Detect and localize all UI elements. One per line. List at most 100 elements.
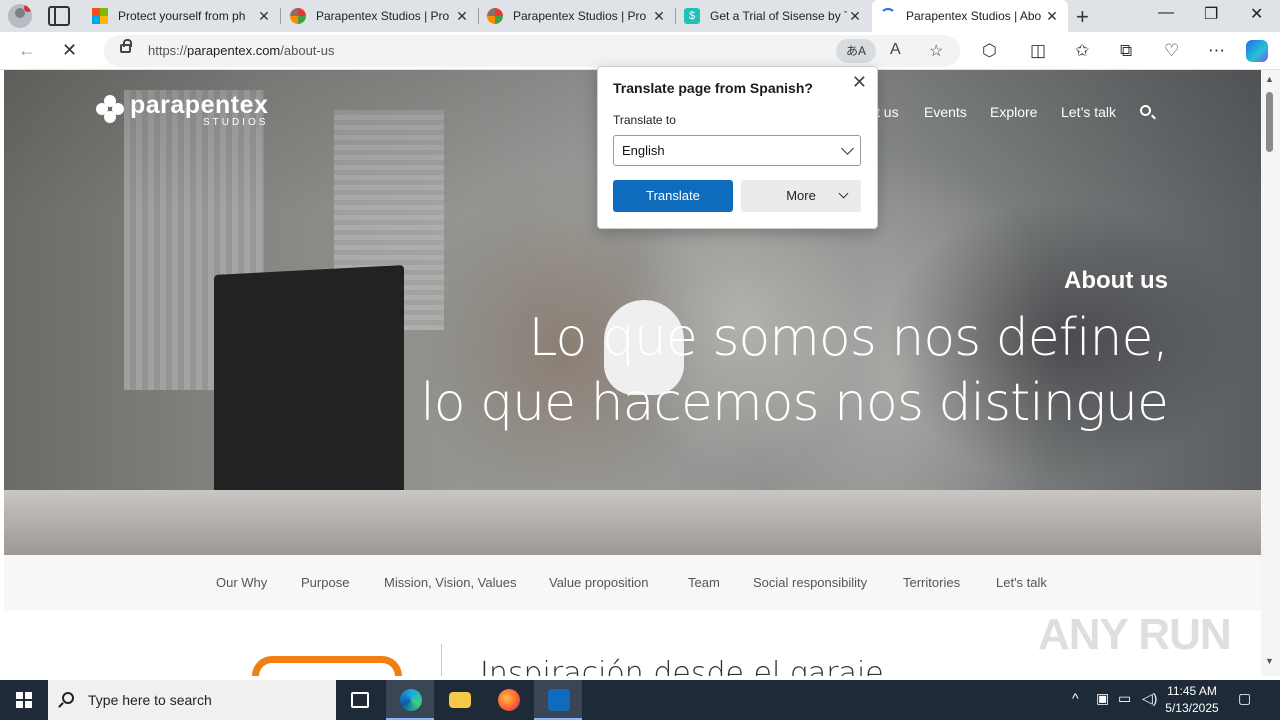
outlook-icon[interactable] xyxy=(534,680,582,720)
restore-icon[interactable]: ❐ xyxy=(1204,4,1218,24)
windows-start-icon[interactable] xyxy=(16,692,32,708)
chevron-down-icon xyxy=(838,188,849,199)
subnav-our-why[interactable]: Our Why xyxy=(216,575,267,590)
section-title: Inspiración desde el garaje xyxy=(480,656,884,676)
browser-essentials-icon[interactable]: ♡ xyxy=(1164,41,1179,61)
profile-avatar[interactable] xyxy=(8,4,32,28)
clock-date: 5/13/2025 xyxy=(1165,701,1219,715)
url-scheme: https:// xyxy=(148,43,188,58)
taskbar-search-placeholder: Type here to search xyxy=(88,692,212,708)
page-scrollbar[interactable]: ▲ ▼ xyxy=(1261,70,1280,676)
section-subnav: Our Why Purpose Mission, Vision, Values … xyxy=(4,555,1261,610)
logo-mark-icon xyxy=(96,95,124,123)
close-tab-icon[interactable]: ✕ xyxy=(454,8,470,25)
split-screen-icon[interactable]: ◫ xyxy=(1030,41,1046,61)
windows-taskbar: Type here to search ^ ▣ ▭ ◁) 11:45 AM 5/… xyxy=(0,680,1280,720)
volume-icon[interactable]: ◁) xyxy=(1142,690,1157,707)
vertical-divider xyxy=(441,644,442,676)
translate-to-label: Translate to xyxy=(613,113,676,127)
tab-4[interactable]: $ Get a Trial of Sisense by T ✕ xyxy=(676,0,871,32)
sisense-icon: $ xyxy=(684,8,700,24)
device-icon[interactable]: ▣ xyxy=(1096,690,1109,707)
subnav-purpose[interactable]: Purpose xyxy=(301,575,349,590)
back-icon[interactable]: ← xyxy=(18,40,36,61)
collections-icon[interactable]: ⧉ xyxy=(1120,41,1132,61)
tab-title: Parapentex Studios | Pro xyxy=(513,9,647,23)
nav-events[interactable]: Events xyxy=(924,104,967,120)
file-explorer-icon[interactable] xyxy=(435,680,483,720)
notifications-icon[interactable]: ▢ xyxy=(1238,690,1251,707)
close-tab-icon[interactable]: ✕ xyxy=(651,8,667,25)
search-icon xyxy=(62,692,74,704)
scroll-thumb[interactable] xyxy=(1266,92,1273,152)
more-menu-icon[interactable]: ⋯ xyxy=(1208,41,1225,61)
taskbar-search[interactable]: Type here to search xyxy=(48,680,336,720)
tab-actions-icon[interactable] xyxy=(48,6,70,26)
microsoft-icon xyxy=(92,8,108,24)
network-icon[interactable]: ▭ xyxy=(1118,690,1131,707)
translate-popup: Translate page from Spanish? ✕ Translate… xyxy=(597,66,878,229)
scroll-up-icon[interactable]: ▲ xyxy=(1265,74,1274,84)
translate-button[interactable]: Translate xyxy=(613,180,733,212)
show-hidden-icons-icon[interactable]: ^ xyxy=(1072,690,1079,706)
tab-separator xyxy=(280,8,281,24)
nav-lets-talk[interactable]: Let’s talk xyxy=(1061,104,1116,120)
tab-1[interactable]: Protect yourself from ph ✕ xyxy=(84,0,280,32)
selected-language: English xyxy=(622,143,665,158)
tab-title: Parapentex Studios | Pro xyxy=(316,9,450,23)
lock-icon[interactable] xyxy=(120,39,132,53)
parapentex-icon xyxy=(290,8,306,24)
site-search-icon[interactable] xyxy=(1140,105,1151,116)
hero-headline-line2: lo que hacemos nos distingue xyxy=(420,373,1169,433)
url-host: parapentex.com xyxy=(187,43,281,58)
favorite-star-icon[interactable]: ☆ xyxy=(929,41,943,61)
firefox-icon[interactable] xyxy=(484,680,532,720)
close-tab-icon[interactable]: ✕ xyxy=(847,8,863,25)
translate-icon[interactable]: あA xyxy=(836,39,876,63)
hero-label: About us xyxy=(1064,267,1168,294)
nav-explore[interactable]: Explore xyxy=(990,104,1037,120)
subnav-team[interactable]: Team xyxy=(688,575,720,590)
popup-title: Translate page from Spanish? xyxy=(613,80,813,96)
stop-loading-icon[interactable]: ✕ xyxy=(62,40,77,61)
address-toolbar: ← ✕ https://parapentex.com/about-us あA A… xyxy=(0,32,1280,70)
tab-title: Protect yourself from ph xyxy=(118,9,246,23)
tab-strip: Protect yourself from ph ✕ Parapentex St… xyxy=(0,0,1280,32)
tab-3[interactable]: Parapentex Studios | Pro ✕ xyxy=(479,0,675,32)
language-select[interactable]: English xyxy=(613,135,861,166)
parapentex-icon xyxy=(487,8,503,24)
close-tab-icon[interactable]: ✕ xyxy=(1044,8,1060,25)
close-tab-icon[interactable]: ✕ xyxy=(256,8,272,25)
system-clock[interactable]: 11:45 AM 5/13/2025 xyxy=(1160,683,1224,717)
site-logo[interactable]: parapentex STUDIOS xyxy=(96,92,268,128)
tab-2[interactable]: Parapentex Studios | Pro ✕ xyxy=(282,0,478,32)
read-aloud-icon[interactable]: A xyxy=(890,41,901,59)
copilot-icon[interactable] xyxy=(1246,40,1268,62)
url-text[interactable]: https://parapentex.com/about-us xyxy=(148,43,334,58)
anyrun-watermark: ANY RUN xyxy=(1038,610,1232,659)
new-tab-icon[interactable]: + xyxy=(1076,4,1089,30)
subnav-value-proposition[interactable]: Value proposition xyxy=(549,575,649,590)
subnav-mission[interactable]: Mission, Vision, Values xyxy=(384,575,516,590)
more-label: More xyxy=(786,188,816,203)
tab-active[interactable]: Parapentex Studios | Abo ✕ xyxy=(872,0,1068,32)
more-button[interactable]: More xyxy=(741,180,861,212)
extensions-icon[interactable]: ⬡ xyxy=(982,41,997,61)
subnav-lets-talk[interactable]: Let's talk xyxy=(996,575,1047,590)
chevron-down-icon xyxy=(841,142,854,155)
edge-taskbar-icon[interactable] xyxy=(386,680,434,720)
clock-time: 11:45 AM xyxy=(1167,684,1217,698)
task-view-icon[interactable] xyxy=(336,680,384,720)
scroll-down-icon[interactable]: ▼ xyxy=(1265,656,1274,666)
subnav-territories[interactable]: Territories xyxy=(903,575,960,590)
subnav-social-responsibility[interactable]: Social responsibility xyxy=(753,575,867,590)
minimize-icon[interactable]: — xyxy=(1158,4,1174,22)
orange-badge[interactable] xyxy=(252,656,402,676)
tab-title: Parapentex Studios | Abo xyxy=(906,9,1042,23)
close-window-icon[interactable]: ✕ xyxy=(1250,4,1263,24)
address-bar[interactable]: https://parapentex.com/about-us あA A ☆ xyxy=(104,35,960,67)
nav-about-us[interactable]: t us xyxy=(876,104,899,120)
notification-dot xyxy=(24,4,32,12)
favorites-icon[interactable]: ✩ xyxy=(1075,41,1089,61)
close-icon[interactable]: ✕ xyxy=(852,72,867,93)
